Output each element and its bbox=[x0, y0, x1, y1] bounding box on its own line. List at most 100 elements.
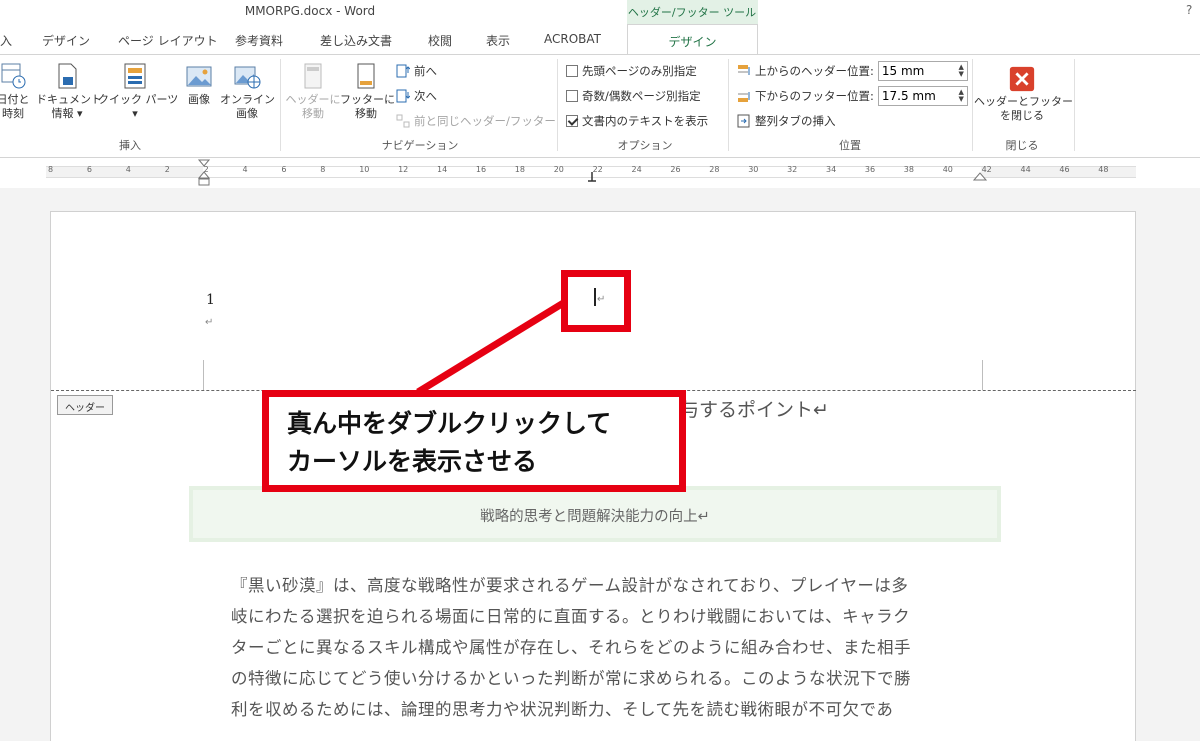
insert-alignment-tab-label: 整列タブの挿入 bbox=[755, 114, 836, 128]
show-document-text-checkbox[interactable]: 文書内のテキストを表示 bbox=[566, 113, 708, 129]
previous-button[interactable]: 前へ bbox=[396, 63, 437, 79]
tab-header-footer-design[interactable]: デザイン bbox=[627, 24, 758, 55]
quick-parts-button[interactable]: クイック パーツ ▾ bbox=[98, 61, 178, 121]
contextual-tab-group-label: ヘッダー/フッター ツール bbox=[627, 6, 757, 19]
ruler-number: 10 bbox=[359, 165, 370, 174]
help-icon[interactable]: ? bbox=[1186, 3, 1192, 17]
ruler-number: 36 bbox=[864, 165, 876, 174]
different-first-page-checkbox[interactable]: 先頭ページのみ別指定 bbox=[566, 63, 697, 79]
tab-references[interactable]: 参考資料 bbox=[235, 32, 283, 49]
tab-mailings[interactable]: 差し込み文書 bbox=[320, 32, 392, 49]
quick-parts-label-1: クイック パーツ bbox=[98, 93, 179, 106]
online-picture-icon bbox=[234, 66, 261, 89]
show-document-text-label: 文書内のテキストを表示 bbox=[582, 114, 709, 128]
header-position-value[interactable]: 15 mm bbox=[882, 64, 924, 78]
ruler-number: 32 bbox=[787, 165, 798, 174]
link-to-previous-button[interactable]: 前と同じヘッダー/フッター bbox=[396, 113, 556, 129]
ruler-number: 24 bbox=[631, 165, 642, 174]
checkbox[interactable] bbox=[566, 90, 578, 102]
body-line: ターごとに異なるスキル構成や属性が存在し、それらをどのように組み合わせ、また相手 bbox=[231, 638, 911, 657]
ribbon-tabs: 入 デザイン ページ レイアウト 参考資料 差し込み文書 校閲 表示 ACROB… bbox=[0, 24, 1200, 55]
spinner-arrows-icon[interactable]: ▲ ▼ bbox=[958, 64, 963, 78]
right-indent-marker-icon[interactable] bbox=[973, 170, 987, 184]
window-title: MMORPG.docx - Word bbox=[244, 4, 376, 18]
insert-group-label: 挿入 bbox=[119, 139, 141, 152]
picture-button[interactable]: 画像 bbox=[180, 61, 218, 107]
ruler-number: 46 bbox=[1059, 165, 1070, 174]
ruler-number: 26 bbox=[670, 165, 681, 174]
group-separator bbox=[557, 59, 558, 151]
horizontal-ruler[interactable]: 8 6 4 2 2 4 6 8 10 12 14 16 18 20 22 24 26 28 30 32 34 36 38 40… bbox=[0, 158, 1200, 188]
margin-corner-mark bbox=[192, 360, 204, 390]
header-position-spinner[interactable]: 15 mm ▲ ▼ bbox=[877, 61, 968, 81]
alignment-tab-icon bbox=[737, 114, 750, 128]
indent-marker-icon[interactable] bbox=[198, 158, 210, 188]
ruler-number: 30 bbox=[748, 165, 759, 174]
header-page-number[interactable]: 1 bbox=[206, 292, 215, 308]
navigation-group-label: ナビゲーション bbox=[381, 139, 459, 152]
link-to-previous-label: 前と同じヘッダー/フッター bbox=[414, 114, 556, 128]
next-button[interactable]: 次へ bbox=[396, 88, 437, 104]
ruler-number: 6 bbox=[86, 165, 92, 174]
different-first-page-label: 先頭ページのみ別指定 bbox=[582, 64, 697, 78]
ruler-number: 8 bbox=[320, 165, 326, 174]
tab-view[interactable]: 表示 bbox=[486, 32, 510, 49]
tab-design[interactable]: デザイン bbox=[42, 32, 90, 49]
document-heading[interactable]: 与するポイント↵ bbox=[680, 395, 829, 422]
footer-position-spinner[interactable]: 17.5 mm ▲ ▼ bbox=[877, 86, 968, 106]
callout-line-1: 真ん中をダブルクリックして bbox=[287, 409, 612, 438]
tab-page-layout[interactable]: ページ レイアウト bbox=[118, 32, 218, 49]
ruler-number: 44 bbox=[1020, 165, 1031, 174]
paragraph-mark: ↵ bbox=[205, 317, 214, 328]
close-header-footer-button[interactable]: ヘッダーとフッター を閉じる bbox=[974, 65, 1073, 123]
position-group-label: 位置 bbox=[839, 139, 861, 152]
different-odd-even-label: 奇数/偶数ページ別指定 bbox=[582, 89, 701, 103]
checkbox[interactable] bbox=[566, 65, 578, 77]
ruler-number: 18 bbox=[514, 165, 525, 174]
tab-insert[interactable]: 入 bbox=[0, 32, 12, 49]
ribbon: 日付と 時刻 ドキュメント 情報 ▾ クイック パーツ ▾ 画像 オンライン 画… bbox=[0, 54, 1200, 158]
spinner-arrows-icon[interactable]: ▲ ▼ bbox=[958, 89, 963, 103]
insert-alignment-tab-button[interactable]: 整列タブの挿入 bbox=[737, 113, 836, 129]
document-info-button[interactable]: ドキュメント 情報 ▾ bbox=[36, 61, 102, 121]
close-group-label: 閉じる bbox=[1005, 139, 1039, 152]
goto-footer-button[interactable]: フッターに 移動 bbox=[340, 61, 395, 121]
next-label: 次へ bbox=[414, 89, 437, 103]
quick-parts-label-2: ▾ bbox=[132, 107, 138, 120]
footer-position-value[interactable]: 17.5 mm bbox=[882, 89, 936, 103]
body-paragraph[interactable]: 『黒い砂漠』は、高度な戦略性が要求されるゲーム設計がなされており、プレイヤーは多… bbox=[231, 570, 976, 725]
checkbox-checked[interactable] bbox=[566, 115, 578, 127]
group-separator bbox=[280, 59, 281, 151]
group-separator bbox=[728, 59, 729, 151]
goto-footer-label-1: フッターに bbox=[340, 93, 395, 106]
link-to-previous-icon bbox=[396, 114, 410, 128]
center-tab-marker-icon[interactable] bbox=[586, 170, 598, 184]
ruler-number: 38 bbox=[903, 165, 914, 174]
title-bar: MMORPG.docx - Word ヘッダー/フッター ツール ? bbox=[0, 0, 1200, 24]
ruler-number: 40 bbox=[942, 165, 953, 174]
group-separator bbox=[1074, 59, 1075, 151]
picture-label: 画像 bbox=[188, 93, 210, 106]
subtitle-box[interactable]: 戦略的思考と問題解決能力の向上↵ bbox=[189, 486, 1001, 542]
ruler-number: 12 bbox=[398, 165, 409, 174]
header-tag: ヘッダー bbox=[57, 395, 113, 415]
tab-acrobat[interactable]: ACROBAT bbox=[544, 32, 601, 46]
ruler-number: 4 bbox=[242, 165, 248, 174]
goto-header-label-2: 移動 bbox=[302, 107, 324, 120]
goto-header-icon bbox=[304, 63, 322, 89]
goto-header-label-1: ヘッダーに bbox=[285, 93, 341, 106]
header-position-label: 上からのヘッダー位置: bbox=[755, 64, 874, 78]
date-time-button[interactable]: 日付と 時刻 bbox=[0, 61, 32, 121]
ruler-number: 6 bbox=[281, 165, 287, 174]
footer-position-row: 下からのフッター位置: 17.5 mm ▲ ▼ bbox=[737, 86, 968, 106]
previous-icon bbox=[396, 64, 410, 78]
callout-line-2: カーソルを表示させる bbox=[287, 447, 538, 476]
goto-header-button[interactable]: ヘッダーに 移動 bbox=[284, 61, 342, 121]
date-time-label-2: 時刻 bbox=[2, 107, 24, 120]
different-odd-even-checkbox[interactable]: 奇数/偶数ページ別指定 bbox=[566, 88, 701, 104]
picture-icon bbox=[186, 66, 212, 87]
goto-footer-label-2: 移動 bbox=[355, 107, 377, 120]
online-picture-button[interactable]: オンライン 画像 bbox=[220, 61, 275, 121]
tab-review[interactable]: 校閲 bbox=[428, 32, 452, 49]
ruler-number: 14 bbox=[437, 165, 448, 174]
